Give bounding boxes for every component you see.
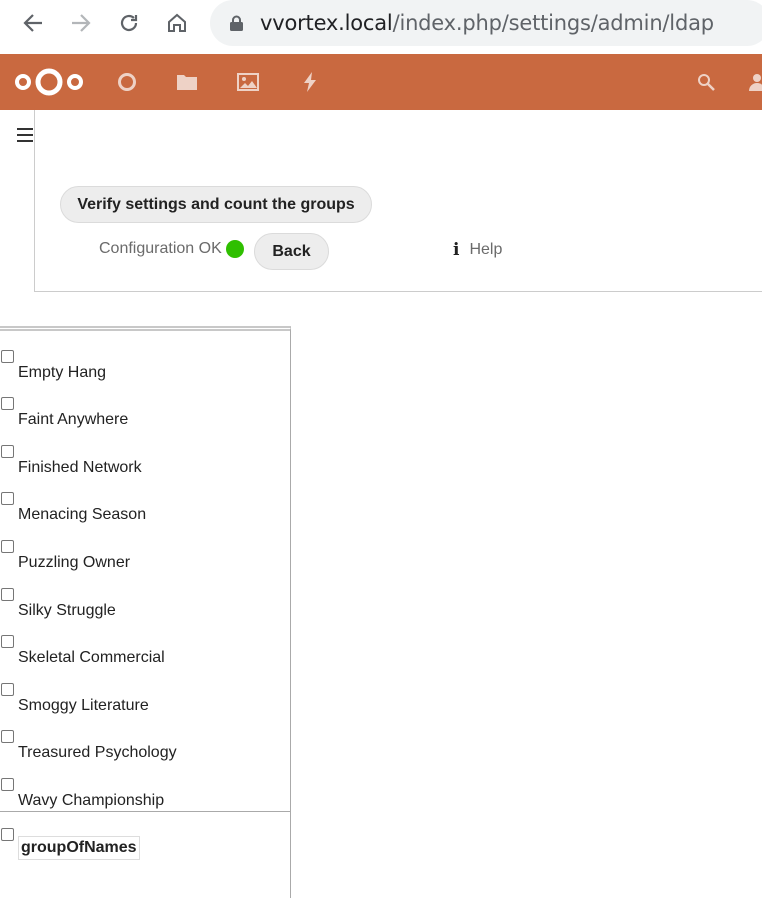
checkbox[interactable] [1, 635, 14, 648]
list-item[interactable]: Treasured Psychology [0, 730, 290, 761]
checkbox[interactable] [1, 350, 14, 363]
checkbox[interactable] [1, 828, 14, 841]
search-icon[interactable] [694, 70, 718, 94]
object-class-list: groupOfNames [0, 811, 291, 898]
list-item[interactable]: Silky Struggle [0, 588, 290, 619]
group-label: Puzzling Owner [18, 554, 131, 571]
dashboard-icon[interactable] [115, 70, 139, 94]
group-label: Skeletal Commercial [18, 649, 165, 666]
url-path: /index.php/settings/admin/ldap [392, 11, 715, 35]
files-icon[interactable] [175, 70, 199, 94]
group-label: Faint Anywhere [18, 411, 129, 428]
info-icon: i [453, 240, 460, 260]
reload-icon[interactable] [114, 8, 144, 38]
group-label: Smoggy Literature [18, 697, 149, 714]
checkbox[interactable] [1, 492, 14, 505]
help-label: Help [469, 241, 503, 258]
checkbox[interactable] [1, 588, 14, 601]
home-icon[interactable] [162, 8, 192, 38]
back-button[interactable]: Back [254, 233, 329, 270]
group-label: Empty Hang [18, 364, 107, 381]
list-item[interactable]: Empty Hang [0, 350, 290, 381]
ldap-groups-panel: Verify settings and count the groups Con… [34, 110, 762, 292]
photos-icon[interactable] [236, 70, 260, 94]
url-host: vvortex.local [260, 11, 393, 35]
address-bar[interactable]: vvortex.local/index.php/settings/admin/l… [210, 0, 762, 46]
checkbox[interactable] [1, 445, 14, 458]
status-ok-indicator [225, 240, 244, 258]
list-item[interactable]: Faint Anywhere [0, 397, 290, 428]
checkbox[interactable] [1, 397, 14, 410]
group-label: Finished Network [18, 459, 142, 476]
lock-icon [230, 15, 244, 31]
checkbox[interactable] [1, 730, 14, 743]
checkbox[interactable] [1, 683, 14, 696]
url-text: vvortex.local/index.php/settings/admin/l… [260, 11, 714, 35]
back-arrow-icon[interactable] [18, 8, 48, 38]
app-header [0, 54, 762, 110]
list-item[interactable]: Smoggy Literature [0, 683, 290, 714]
group-label: Wavy Championship [18, 792, 165, 809]
group-label: Treasured Psychology [18, 744, 177, 761]
checkbox[interactable] [1, 540, 14, 553]
nextcloud-logo[interactable] [14, 66, 84, 98]
browser-toolbar: vvortex.local/index.php/settings/admin/l… [0, 0, 762, 54]
group-list: Empty Hang Faint Anywhere Finished Netwo… [0, 326, 291, 811]
forward-arrow-icon[interactable] [66, 8, 96, 38]
group-label: Silky Struggle [18, 602, 116, 619]
menu-toggle-icon[interactable] [17, 128, 33, 142]
object-class-label: groupOfNames [18, 836, 140, 860]
list-item[interactable]: Puzzling Owner [0, 540, 290, 571]
configuration-status-label: Configuration OK [99, 240, 222, 257]
list-item[interactable]: Wavy Championship [0, 778, 290, 809]
help-link[interactable]: i Help [453, 240, 502, 260]
verify-groups-button[interactable]: Verify settings and count the groups [60, 186, 372, 223]
list-item[interactable]: Finished Network [0, 445, 290, 476]
group-label: Menacing Season [18, 506, 147, 523]
configuration-status: Configuration OK [99, 240, 244, 258]
checkbox[interactable] [1, 778, 14, 791]
list-item[interactable]: Menacing Season [0, 492, 290, 523]
activity-icon[interactable] [298, 70, 322, 94]
list-item[interactable]: Skeletal Commercial [0, 635, 290, 666]
contacts-icon[interactable] [748, 70, 762, 94]
